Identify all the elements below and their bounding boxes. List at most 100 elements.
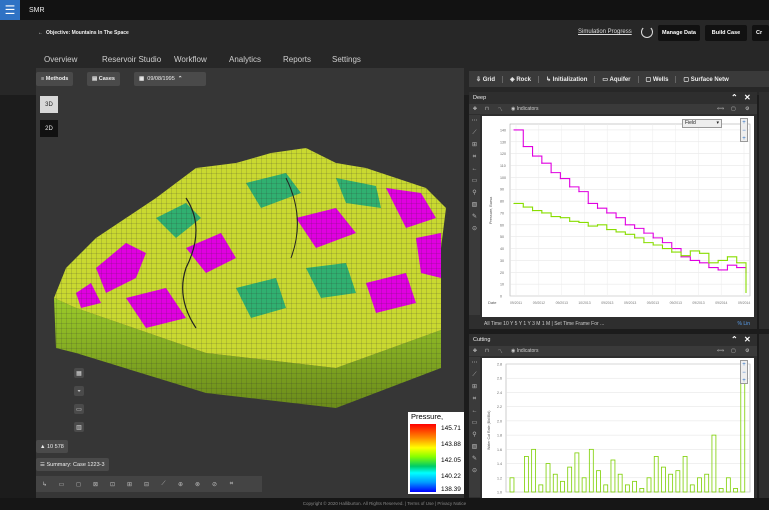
cutting-chart-panel: Cutting ⌃ ✕ ✥ ⊓ 〽 ◉ Indicators ⟺ ▢ ⚙ ⋯ ⟋…	[469, 334, 757, 498]
pen-icon[interactable]: ⟋	[155, 481, 172, 488]
zoom-control[interactable]: + − +	[740, 360, 748, 384]
reservoir-3d-model[interactable]	[36, 68, 464, 498]
scale-toggle[interactable]: % Lin	[737, 319, 750, 329]
tab-overview[interactable]: Overview	[44, 55, 77, 64]
time-frame-options[interactable]: All Time 10 Y 5 Y 1 Y 3 M 1 M | Set Time…	[484, 321, 604, 327]
collapse-icon[interactable]: ⌃	[731, 335, 738, 344]
indicators-button[interactable]: ◉ Indicators	[507, 348, 538, 354]
summary-button[interactable]: ☰ Summary: Case 1223-3	[36, 458, 109, 471]
cube-icon[interactable]: ▭	[53, 481, 70, 488]
image-icon[interactable]: ▧	[469, 199, 480, 211]
grid-tab[interactable]: ⇩ Grid	[469, 75, 504, 83]
create-button[interactable]: Cr	[752, 25, 769, 41]
filter-icon[interactable]: ⊞	[121, 481, 138, 488]
bar	[560, 480, 565, 493]
surface-icon: ▢	[683, 76, 691, 83]
simulation-progress-link[interactable]: Simulation Progress	[578, 29, 632, 35]
target-icon[interactable]: ⊕	[172, 481, 189, 488]
axis-icon[interactable]: ↳	[36, 481, 53, 488]
lock-icon[interactable]: ⊝	[469, 223, 480, 235]
grid-icon[interactable]: ⊞	[469, 139, 480, 151]
back-icon[interactable]: ←	[469, 405, 480, 417]
grid-view-icon[interactable]: ▦	[74, 368, 84, 378]
cases-button[interactable]: ▤ Cases	[87, 72, 120, 86]
zoom-icon[interactable]: ⚲	[469, 187, 480, 199]
mesh-icon[interactable]: ⊟	[138, 481, 155, 488]
time-frame-bar[interactable]: All Time 10 Y 5 Y 1 Y 3 M 1 M | Set Time…	[482, 319, 754, 329]
settings-icon[interactable]: ⚙	[745, 348, 757, 354]
draw-icon[interactable]: ⟋	[469, 127, 480, 139]
build-case-button[interactable]: Build Case	[705, 25, 747, 41]
box-icon[interactable]: ◻	[70, 481, 87, 488]
counter-value: 10 578	[46, 443, 64, 450]
legend-value: 138.39	[441, 486, 461, 493]
indicators-button[interactable]: ◉ Indicators	[507, 106, 538, 112]
bar	[646, 477, 652, 493]
draw-icon[interactable]: ⟋	[469, 369, 480, 381]
settings-icon[interactable]: ⚙	[745, 106, 757, 112]
back-icon[interactable]: ←	[469, 163, 480, 175]
line-chart-icon[interactable]: 〽	[493, 348, 507, 355]
zoom-icon[interactable]: ⚲	[469, 429, 480, 441]
dots-icon[interactable]: ⋯	[469, 115, 480, 127]
move-icon[interactable]: ✥	[469, 348, 481, 354]
bar	[632, 480, 637, 493]
viewer-3d-panel[interactable]: ≡ Methods ▤ Cases ▦ 09/08/1995 ⌃ 3D 2D ▦…	[36, 68, 464, 498]
window-icon[interactable]: ▢	[731, 348, 745, 354]
tab-reservoir-studio[interactable]: Reservoir Studio	[102, 55, 161, 64]
select-icon[interactable]: ⊠	[87, 481, 104, 488]
tab-workflow[interactable]: Workflow	[174, 55, 207, 64]
move-icon[interactable]: ✥	[469, 106, 481, 112]
methods-button[interactable]: ≡ Methods	[36, 72, 74, 86]
bar	[689, 484, 695, 493]
rect-icon[interactable]: ▭	[469, 175, 480, 187]
bar	[538, 484, 544, 493]
fit-icon[interactable]: ⊓	[481, 106, 493, 112]
image-icon[interactable]: ▧	[469, 441, 480, 453]
rect-icon[interactable]: ▭	[469, 417, 480, 429]
clipboard-icon[interactable]: ▥	[74, 422, 84, 432]
line-chart-icon[interactable]: 〽	[493, 106, 507, 113]
measure-icon[interactable]: ⌗	[469, 393, 480, 405]
view-2d-button[interactable]: 2D	[40, 120, 58, 137]
dots-icon[interactable]: ⋯	[469, 357, 480, 369]
wells-tab[interactable]: ▢ Wells	[639, 75, 677, 83]
edit-icon[interactable]: ✎	[469, 211, 480, 223]
measure-icon[interactable]: ⌗	[469, 151, 480, 163]
rock-tab[interactable]: ◈ Rock	[503, 75, 539, 83]
edit-icon[interactable]: ✎	[469, 453, 480, 465]
close-icon[interactable]: ✕	[744, 93, 751, 102]
surface-network-tab[interactable]: ▢ Surface Netw	[676, 76, 735, 83]
grid-label: Grid	[482, 76, 496, 83]
back-arrow-icon[interactable]: ←	[38, 30, 43, 36]
view-3d-button[interactable]: 3D	[40, 96, 58, 113]
deep-chart-plot[interactable]: 0 10 20 30 40 50 60 70 80 90 100 110 120 130 140 Pressu…	[482, 116, 754, 317]
initialization-tab[interactable]: ↳ Initialization	[539, 75, 596, 83]
fit-icon[interactable]: ⊓	[481, 348, 493, 354]
link-icon[interactable]: ⟺	[717, 348, 731, 354]
field-dropdown[interactable]: Field ▾	[682, 119, 722, 128]
breadcrumb[interactable]: ← Objective: Mountains In The Space	[38, 30, 129, 36]
link-icon[interactable]: ⟺	[717, 106, 731, 112]
close-icon[interactable]: ✕	[744, 335, 751, 344]
window-icon[interactable]: ▢	[731, 106, 745, 112]
grid-icon[interactable]: ⊞	[469, 381, 480, 393]
frame-icon[interactable]: ⊡	[104, 481, 121, 488]
cutting-chart-plot[interactable]: 1.0 1.2 1.4 1.6 1.8 2.0 2.2 2.4 2.6 2.8 Water Cut …	[482, 358, 754, 498]
zoom-control[interactable]: + − +	[740, 118, 748, 142]
tab-settings[interactable]: Settings	[332, 55, 361, 64]
comment-icon[interactable]: ▭	[74, 404, 84, 414]
tab-analytics[interactable]: Analytics	[229, 55, 261, 64]
manage-data-button[interactable]: Manage Data	[658, 25, 700, 41]
layers-icon[interactable]: ◒	[74, 386, 84, 396]
tab-reports[interactable]: Reports	[283, 55, 311, 64]
expand-icon[interactable]: ⌗	[223, 481, 240, 488]
collapse-icon[interactable]: ⌃	[731, 93, 738, 102]
hamburger-icon[interactable]: ☰	[0, 0, 20, 20]
compass-icon[interactable]: ⊘	[206, 481, 223, 488]
date-picker[interactable]: ▦ 09/08/1995 ⌃	[134, 72, 206, 86]
lock-icon[interactable]: ⊝	[469, 465, 480, 477]
data-point	[736, 266, 738, 269]
pin-icon[interactable]: ⊗	[189, 481, 206, 488]
aquifer-tab[interactable]: ▭ Aquifer	[595, 75, 639, 83]
